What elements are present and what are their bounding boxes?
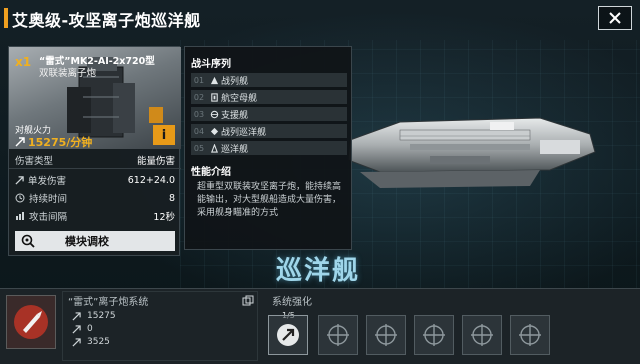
single-damage-label-group: 单发伤害 [15,173,128,187]
info-button[interactable]: i [153,125,175,145]
performance-heading: 性能介绍 [191,167,231,178]
missile-module-icon [14,305,48,339]
single-damage-value: 612+24.0 [127,174,175,186]
sequence-number: 02 [193,92,205,102]
title-accent-bar [4,8,8,28]
crosshair-icon [423,324,445,346]
sequence-label: 巡洋舰 [221,144,249,155]
game-screen: 艾奥级-攻坚离子炮巡洋舰 x1 “雷式”MK2-AI-2x720型 双联装离子炮… [0,0,640,364]
enhance-slot-active[interactable] [268,315,308,355]
sequence-label: 航空母舰 [221,93,258,104]
combat-sequence-heading: 战斗序列 [191,59,231,70]
clock-icon [15,193,25,203]
siege-arrow-icon [72,337,81,347]
firepower-row: 15275/分钟 [15,134,92,149]
module-icon-button[interactable] [6,295,56,349]
module-stat-value: 3525 [87,337,110,347]
interval-value: 12秒 [153,212,175,223]
sequence-label: 战列巡洋舰 [221,127,267,138]
sequence-number: 01 [193,75,205,85]
weapon-image: x1 “雷式”MK2-AI-2x720型 双联装离子炮 对舰火力 15275/分… [9,47,181,149]
target-arrow-icon [15,137,25,147]
module-tune-label: 模块调校 [65,235,109,248]
bars-icon [16,212,24,220]
target-arrow-icon [72,311,81,321]
copy-icon[interactable] [242,295,254,307]
enhance-slot-locked[interactable] [414,315,454,355]
title-bar: 艾奥级-攻坚离子炮巡洋舰 [0,0,640,36]
sequence-item: 05 巡洋舰 [191,141,347,155]
interval-row: 攻击间隔 12秒 [9,207,181,225]
sequence-number: 03 [193,109,205,119]
sequence-item: 03 支援舰 [191,107,347,121]
module-stat-row: 0 [72,324,93,334]
module-stat-value: 15275 [87,311,116,321]
sequence-number: 05 [193,143,205,153]
duration-label: 持续时间 [29,194,68,205]
module-stat-row: 15275 [72,311,116,321]
enhance-slot-locked[interactable] [318,315,358,355]
ship-class-label: 巡洋舰 [276,256,361,286]
damage-type-row: 伤害类型 能量伤害 [9,151,181,169]
interval-label-group: 攻击间隔 [15,209,153,223]
enhance-slot-locked[interactable] [510,315,550,355]
interval-label: 攻击间隔 [29,212,68,223]
battleship-icon [210,76,218,84]
battlecruiser-icon [210,127,218,135]
sequence-label: 战列舰 [221,76,249,87]
module-title: “雷式”离子炮系统 [68,297,149,308]
crosshair-icon [471,324,493,346]
crosshair-icon [327,324,349,346]
system-enhance-title: 系统强化 [272,297,312,308]
enhance-slot-locked[interactable] [366,315,406,355]
performance-description: 超重型双联装攻坚离子炮，能持续高能输出，对大型舰船造成大量伤害，采用舰身瞄准的方… [197,182,342,218]
carrier-icon [210,92,218,102]
support-ship-icon [210,110,218,118]
target-arrow-icon [15,175,24,185]
cruiser-icon [210,143,218,153]
firepower-value: 15275/分钟 [28,136,93,149]
damage-type-value: 能量伤害 [136,155,175,167]
damage-type-label: 伤害类型 [15,155,54,167]
sequence-item: 04 战列巡洋舰 [191,124,347,138]
single-damage-label: 单发伤害 [28,176,67,187]
page-title: 艾奥级-攻坚离子炮巡洋舰 [12,11,201,30]
close-button[interactable] [598,6,632,30]
module-stat-value: 0 [87,324,93,334]
sequence-item: 02 航空母舰 [191,90,347,104]
crosshair-icon [519,324,541,346]
weapon-count: x1 [15,55,32,69]
sequence-label: 支援舰 [221,110,249,121]
duration-value: 8 [168,192,175,204]
single-damage-row: 单发伤害 612+24.0 [9,171,181,189]
weapon-card: x1 “雷式”MK2-AI-2x720型 双联装离子炮 对舰火力 15275/分… [8,46,181,256]
sequence-item: 01 战列舰 [191,73,347,87]
enhance-slot-locked[interactable] [462,315,502,355]
aircraft-arrow-icon [72,324,81,334]
crosshair-icon [375,324,397,346]
module-tune-button[interactable]: 模块调校 [15,231,175,251]
close-icon [609,12,621,24]
enhance-active-icon [277,324,299,346]
weapon-type: 双联装离子炮 [39,68,97,79]
info-panel: 战斗序列 01 战列舰 02 航空母舰 03 支援舰 04 战列巡洋舰 05 巡… [184,46,352,250]
sequence-number: 04 [193,126,205,136]
duration-label-group: 持续时间 [15,191,169,205]
cruiser-ship-model [347,117,596,188]
bottom-bar: “雷式”离子炮系统 15275 0 3525 系统强化 [0,288,640,364]
tune-gear-icon [21,234,35,248]
module-stat-row: 3525 [72,337,110,347]
duration-row: 持续时间 8 [9,189,181,207]
